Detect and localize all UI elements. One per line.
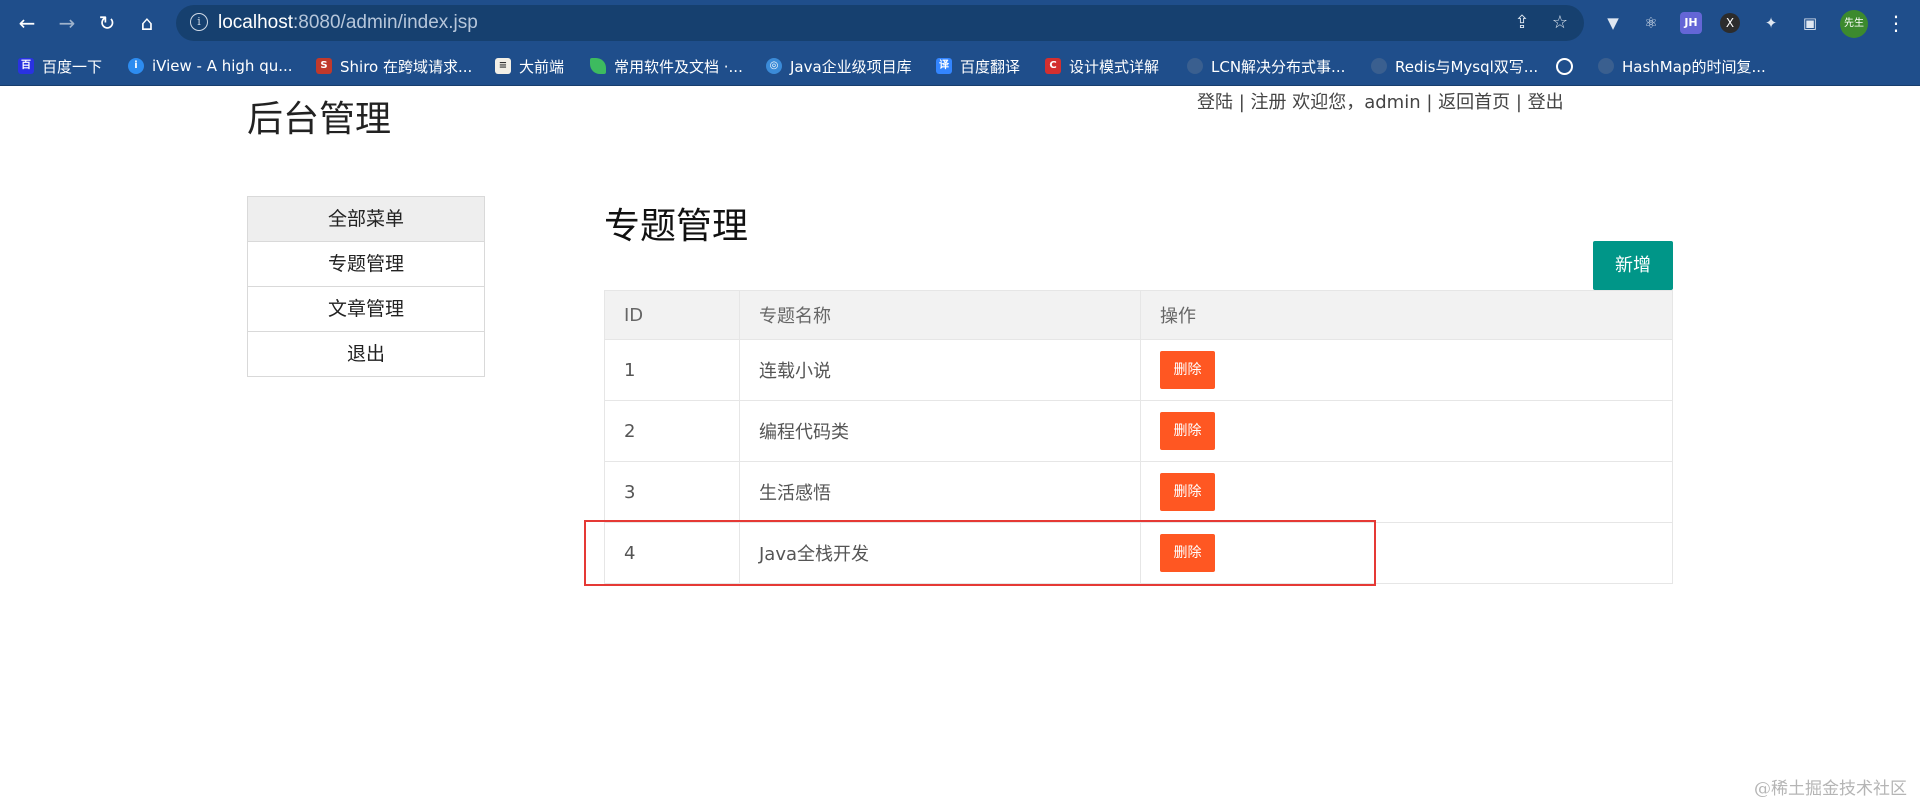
cell-action: 删除	[1140, 461, 1673, 523]
cell-name: 连载小说	[739, 339, 1141, 401]
bookmark-label: 百度翻译	[960, 57, 1021, 76]
watermark: @稀土掘金技术社区	[1754, 779, 1907, 799]
site-title: 后台管理	[247, 99, 392, 140]
globe-icon	[1556, 57, 1573, 75]
shiro-icon: S	[316, 58, 332, 74]
table-header-row: ID 专题名称 操作	[604, 290, 1673, 340]
bookmark-label: HashMap的时间复...	[1622, 57, 1766, 76]
puzzle-icon[interactable]: ✦	[1758, 10, 1784, 36]
java-icon: ◎	[766, 58, 782, 74]
table-row: 1 连载小说 删除	[604, 339, 1673, 401]
sidebar-item-all-menu[interactable]: 全部菜单	[248, 197, 484, 242]
star-icon[interactable]: ☆	[1548, 11, 1572, 35]
cell-name: 编程代码类	[739, 400, 1141, 462]
leaf-icon	[590, 58, 606, 74]
bookmark-java-projects[interactable]: ◎ Java企业级项目库	[766, 55, 912, 77]
translate-icon: 译	[936, 58, 952, 74]
bookmark-label: Java企业级项目库	[790, 57, 912, 76]
bookmark-design-patterns[interactable]: C 设计模式详解	[1045, 55, 1159, 77]
home-icon[interactable]: ⌂	[134, 10, 160, 36]
bookmark-label: 大前端	[519, 57, 565, 76]
bookmark-label: Shiro 在跨域请求...	[340, 57, 473, 76]
bookmark-baidu-translate[interactable]: 译 百度翻译	[936, 55, 1020, 77]
bookmark-hashmap[interactable]: HashMap的时间复...	[1598, 55, 1766, 77]
sidebar-menu: 全部菜单 专题管理 文章管理 退出	[247, 196, 485, 377]
forward-arrow-icon[interactable]: →	[54, 10, 80, 36]
bookmark-lcn[interactable]: LCN解决分布式事...	[1187, 55, 1345, 77]
bookmark-shiro[interactable]: S Shiro 在跨域请求...	[316, 55, 472, 77]
back-arrow-icon[interactable]: ←	[14, 10, 40, 36]
page-title: 专题管理	[604, 206, 749, 247]
share-icon[interactable]: ⇪	[1510, 11, 1534, 35]
react-devtools-icon[interactable]: ⚛	[1638, 10, 1664, 36]
column-header-name: 专题名称	[739, 290, 1141, 340]
column-header-id: ID	[604, 290, 740, 340]
cell-id: 3	[604, 461, 740, 523]
bookmark-label: LCN解决分布式事...	[1211, 57, 1346, 76]
c-icon: C	[1045, 58, 1061, 74]
menu-icon[interactable]: ⋮	[1886, 8, 1906, 38]
x-extension-icon[interactable]: X	[1720, 13, 1740, 33]
cell-action: 删除	[1140, 400, 1673, 462]
jh-extension-icon[interactable]: JH	[1680, 12, 1702, 34]
table-row: 3 生活感悟 删除	[604, 461, 1673, 523]
bookmark-label: 常用软件及文档 ·...	[614, 57, 743, 76]
bookmark-label: iView - A high qu...	[152, 57, 293, 75]
sidebar-item-article-management[interactable]: 文章管理	[248, 287, 484, 332]
address-bar[interactable]: i localhost:8080/admin/index.jsp ⇪ ☆	[176, 5, 1584, 41]
sidebar-item-topic-management[interactable]: 专题管理	[248, 242, 484, 287]
column-header-action: 操作	[1140, 290, 1673, 340]
cell-id: 1	[604, 339, 740, 401]
table-row: 2 编程代码类 删除	[604, 400, 1673, 462]
bookmark-iview[interactable]: i iView - A high qu...	[128, 55, 293, 77]
vue-devtools-icon[interactable]: ▼	[1600, 10, 1626, 36]
cell-id: 2	[604, 400, 740, 462]
delete-button[interactable]: 删除	[1160, 412, 1215, 450]
bookmark-label: 设计模式详解	[1069, 57, 1160, 76]
bookmark-frontend[interactable]: ≡ 大前端	[495, 55, 564, 77]
sidebar-item-logout[interactable]: 退出	[248, 332, 484, 376]
url-host: localhost	[218, 12, 293, 33]
iview-icon: i	[128, 58, 144, 74]
url-text[interactable]: localhost:8080/admin/index.jsp	[218, 12, 478, 34]
avatar[interactable]: 先生	[1840, 10, 1868, 38]
browser-toolbar: ← → ↻ ⌂ i localhost:8080/admin/index.jsp…	[0, 0, 1920, 47]
reload-icon[interactable]: ↻	[94, 10, 120, 36]
bookmark-software[interactable]: 常用软件及文档 ·...	[590, 55, 743, 77]
header-links[interactable]: 登陆 | 注册 欢迎您，admin | 返回首页 | 登出	[1197, 88, 1564, 114]
sidebar-icon[interactable]: ▣	[1797, 10, 1823, 36]
baidu-icon: 百	[18, 58, 34, 74]
add-topic-button[interactable]: 新增	[1593, 241, 1673, 290]
bookmark-redis[interactable]: Redis与Mysql双写...	[1371, 55, 1538, 77]
github-icon	[1598, 58, 1614, 74]
cell-action: 删除	[1140, 339, 1673, 401]
cell-name: 生活感悟	[739, 461, 1141, 523]
delete-button[interactable]: 删除	[1160, 351, 1215, 389]
github-icon	[1187, 58, 1203, 74]
delete-button[interactable]: 删除	[1160, 473, 1215, 511]
bookmark-baidu[interactable]: 百 百度一下	[18, 55, 102, 77]
url-path: :8080/admin/index.jsp	[293, 12, 478, 33]
bookmarks-bar: 百 百度一下 i iView - A high qu... S Shiro 在跨…	[0, 47, 1920, 86]
bookmark-globe[interactable]	[1556, 55, 1581, 77]
github-icon	[1371, 58, 1387, 74]
info-icon[interactable]: i	[190, 13, 208, 31]
highlight-annotation-box	[584, 520, 1376, 586]
book-icon: ≡	[495, 58, 511, 74]
bookmark-label: 百度一下	[42, 57, 103, 76]
bookmark-label: Redis与Mysql双写...	[1395, 57, 1539, 76]
